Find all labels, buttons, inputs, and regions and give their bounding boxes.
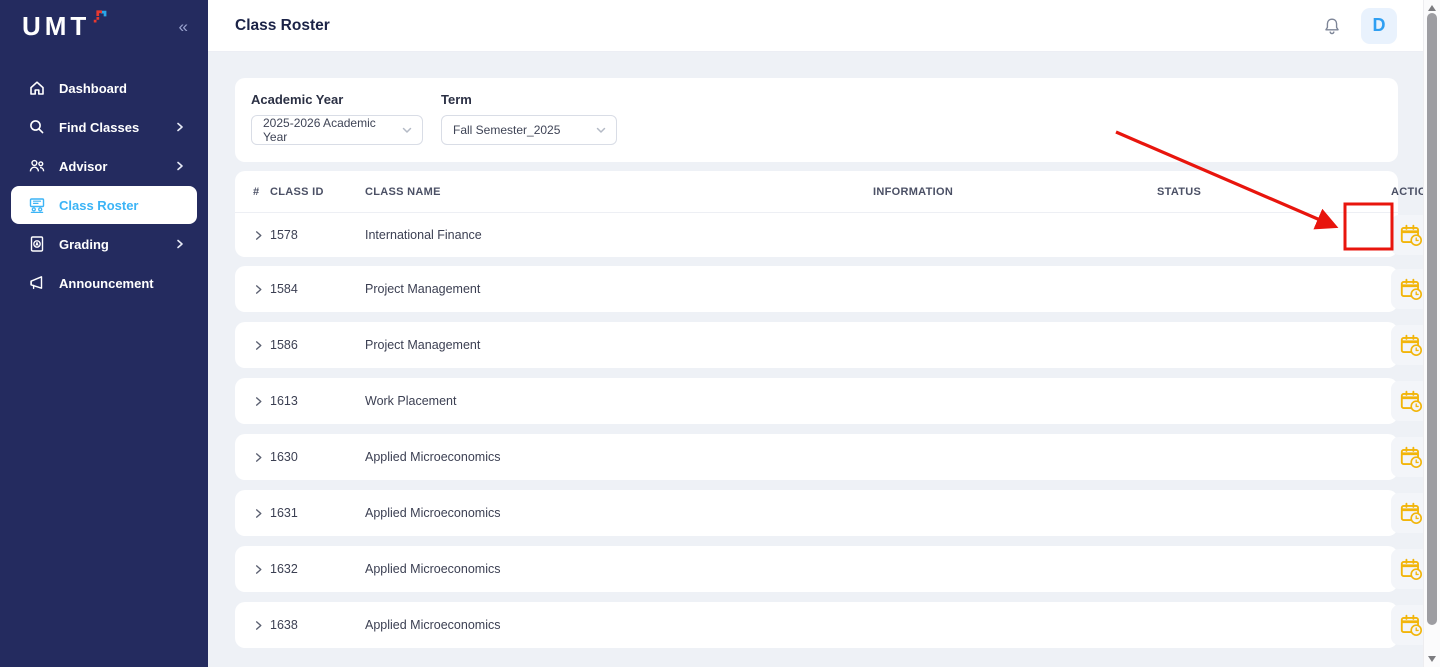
row-expand-chevron-icon[interactable] bbox=[253, 396, 270, 407]
table-row-card: 1638 Applied Microeconomics bbox=[235, 602, 1398, 648]
row-expand-chevron-icon[interactable] bbox=[253, 452, 270, 463]
umt-logo-plus-icon bbox=[92, 10, 108, 31]
scrollbar-up-arrow[interactable] bbox=[1428, 5, 1436, 11]
col-class-id: CLASS ID bbox=[270, 186, 365, 198]
col-information: INFORMATION bbox=[873, 186, 1157, 198]
term-filter: Term Fall Semester_2025 bbox=[441, 92, 617, 145]
chevron-right-icon bbox=[174, 160, 186, 172]
col-class-name: CLASS NAME bbox=[365, 186, 873, 198]
sidebar: UMT « Dashboard bbox=[0, 0, 208, 667]
sidebar-item-label: Dashboard bbox=[59, 81, 127, 96]
sidebar-item-label: Find Classes bbox=[59, 120, 139, 135]
row-expand-chevron-icon[interactable] bbox=[253, 508, 270, 519]
advisor-icon bbox=[28, 157, 46, 175]
term-value: Fall Semester_2025 bbox=[453, 123, 560, 137]
grading-icon bbox=[28, 235, 46, 253]
table-row: 1632 Applied Microeconomics bbox=[235, 546, 1398, 592]
academic-year-select[interactable]: 2025-2026 Academic Year bbox=[251, 115, 423, 145]
row-class-name: Applied Microeconomics bbox=[365, 450, 873, 464]
row-class-name: Project Management bbox=[365, 338, 873, 352]
scrollbar-down-arrow[interactable] bbox=[1428, 656, 1436, 662]
table-row-card: 1586 Project Management bbox=[235, 322, 1398, 368]
academic-year-filter: Academic Year 2025-2026 Academic Year bbox=[251, 92, 423, 145]
table-row-card: 1613 Work Placement bbox=[235, 378, 1398, 424]
row-class-name: Applied Microeconomics bbox=[365, 618, 873, 632]
table-row: 1630 Applied Microeconomics bbox=[235, 434, 1398, 480]
row-class-id: 1586 bbox=[270, 338, 365, 352]
sidebar-item-grading[interactable]: Grading bbox=[0, 225, 208, 263]
table-row: 1638 Applied Microeconomics bbox=[235, 602, 1398, 648]
sidebar-collapse-icon[interactable]: « bbox=[179, 18, 188, 35]
row-class-id: 1584 bbox=[270, 282, 365, 296]
notification-bell-icon[interactable] bbox=[1321, 15, 1343, 37]
table-header-row: # CLASS ID CLASS NAME INFORMATION STATUS… bbox=[235, 171, 1398, 213]
table-header-card: # CLASS ID CLASS NAME INFORMATION STATUS… bbox=[235, 171, 1398, 213]
row-class-id: 1638 bbox=[270, 618, 365, 632]
filters-card: Academic Year 2025-2026 Academic Year Te… bbox=[235, 78, 1398, 162]
row-class-id: 1613 bbox=[270, 394, 365, 408]
academic-year-label: Academic Year bbox=[251, 92, 423, 107]
row-class-id: 1631 bbox=[270, 506, 365, 520]
table-row: 1613 Work Placement bbox=[235, 378, 1398, 424]
vertical-scrollbar[interactable] bbox=[1423, 0, 1440, 667]
umt-logo: UMT bbox=[22, 13, 90, 39]
row-expand-chevron-icon[interactable] bbox=[253, 230, 270, 241]
chevron-down-icon bbox=[401, 124, 413, 136]
sidebar-item-label: Class Roster bbox=[59, 198, 138, 213]
sidebar-header: UMT « bbox=[0, 0, 208, 52]
row-expand-chevron-icon[interactable] bbox=[253, 620, 270, 631]
col-status: STATUS bbox=[1157, 186, 1391, 198]
sidebar-item-find-classes[interactable]: Find Classes bbox=[0, 108, 208, 146]
announcement-icon bbox=[28, 274, 46, 292]
sidebar-item-class-roster[interactable]: Class Roster bbox=[11, 186, 197, 224]
row-class-id: 1630 bbox=[270, 450, 365, 464]
main-area: Class Roster D Academic Year 2025-2026 A… bbox=[208, 0, 1423, 667]
sidebar-item-dashboard[interactable]: Dashboard bbox=[0, 69, 208, 107]
table-row: 1584 Project Management bbox=[235, 266, 1398, 312]
user-avatar[interactable]: D bbox=[1361, 8, 1397, 44]
home-icon bbox=[28, 79, 46, 97]
row-class-name: International Finance bbox=[365, 228, 873, 242]
row-class-name: Work Placement bbox=[365, 394, 873, 408]
term-label: Term bbox=[441, 92, 617, 107]
scrollbar-thumb[interactable] bbox=[1427, 13, 1437, 625]
table-row: 1578 International Finance bbox=[235, 213, 1398, 257]
row-class-id: 1578 bbox=[270, 228, 365, 242]
sidebar-item-announcement[interactable]: Announcement bbox=[0, 264, 208, 302]
table-row-card: 1584 Project Management bbox=[235, 266, 1398, 312]
page-title: Class Roster bbox=[235, 17, 330, 35]
content: Academic Year 2025-2026 Academic Year Te… bbox=[208, 52, 1423, 648]
top-bar: Class Roster D bbox=[208, 0, 1423, 52]
chevron-down-icon bbox=[595, 124, 607, 136]
topbar-actions: D bbox=[1321, 8, 1397, 44]
row-class-name: Applied Microeconomics bbox=[365, 506, 873, 520]
row-expand-chevron-icon[interactable] bbox=[253, 564, 270, 575]
term-select[interactable]: Fall Semester_2025 bbox=[441, 115, 617, 145]
search-icon bbox=[28, 118, 46, 136]
row-expand-chevron-icon[interactable] bbox=[253, 340, 270, 351]
col-hash: # bbox=[253, 186, 270, 198]
class-roster-icon bbox=[28, 196, 46, 214]
academic-year-value: 2025-2026 Academic Year bbox=[263, 116, 387, 144]
table-row-card: 1578 International Finance bbox=[235, 213, 1398, 257]
row-class-id: 1632 bbox=[270, 562, 365, 576]
chevron-right-icon bbox=[174, 121, 186, 133]
sidebar-item-label: Advisor bbox=[59, 159, 107, 174]
table-row-card: 1631 Applied Microeconomics bbox=[235, 490, 1398, 536]
row-class-name: Applied Microeconomics bbox=[365, 562, 873, 576]
sidebar-item-label: Grading bbox=[59, 237, 109, 252]
row-class-name: Project Management bbox=[365, 282, 873, 296]
row-expand-chevron-icon[interactable] bbox=[253, 284, 270, 295]
table-row: 1631 Applied Microeconomics bbox=[235, 490, 1398, 536]
chevron-right-icon bbox=[174, 238, 186, 250]
table-row-card: 1632 Applied Microeconomics bbox=[235, 546, 1398, 592]
sidebar-item-advisor[interactable]: Advisor bbox=[0, 147, 208, 185]
sidebar-item-label: Announcement bbox=[59, 276, 154, 291]
table-row-card: 1630 Applied Microeconomics bbox=[235, 434, 1398, 480]
table-row: 1586 Project Management bbox=[235, 322, 1398, 368]
class-roster-page: UMT « Dashboard bbox=[0, 0, 1440, 667]
sidebar-menu: Dashboard Find Classes Advisor bbox=[0, 52, 208, 302]
